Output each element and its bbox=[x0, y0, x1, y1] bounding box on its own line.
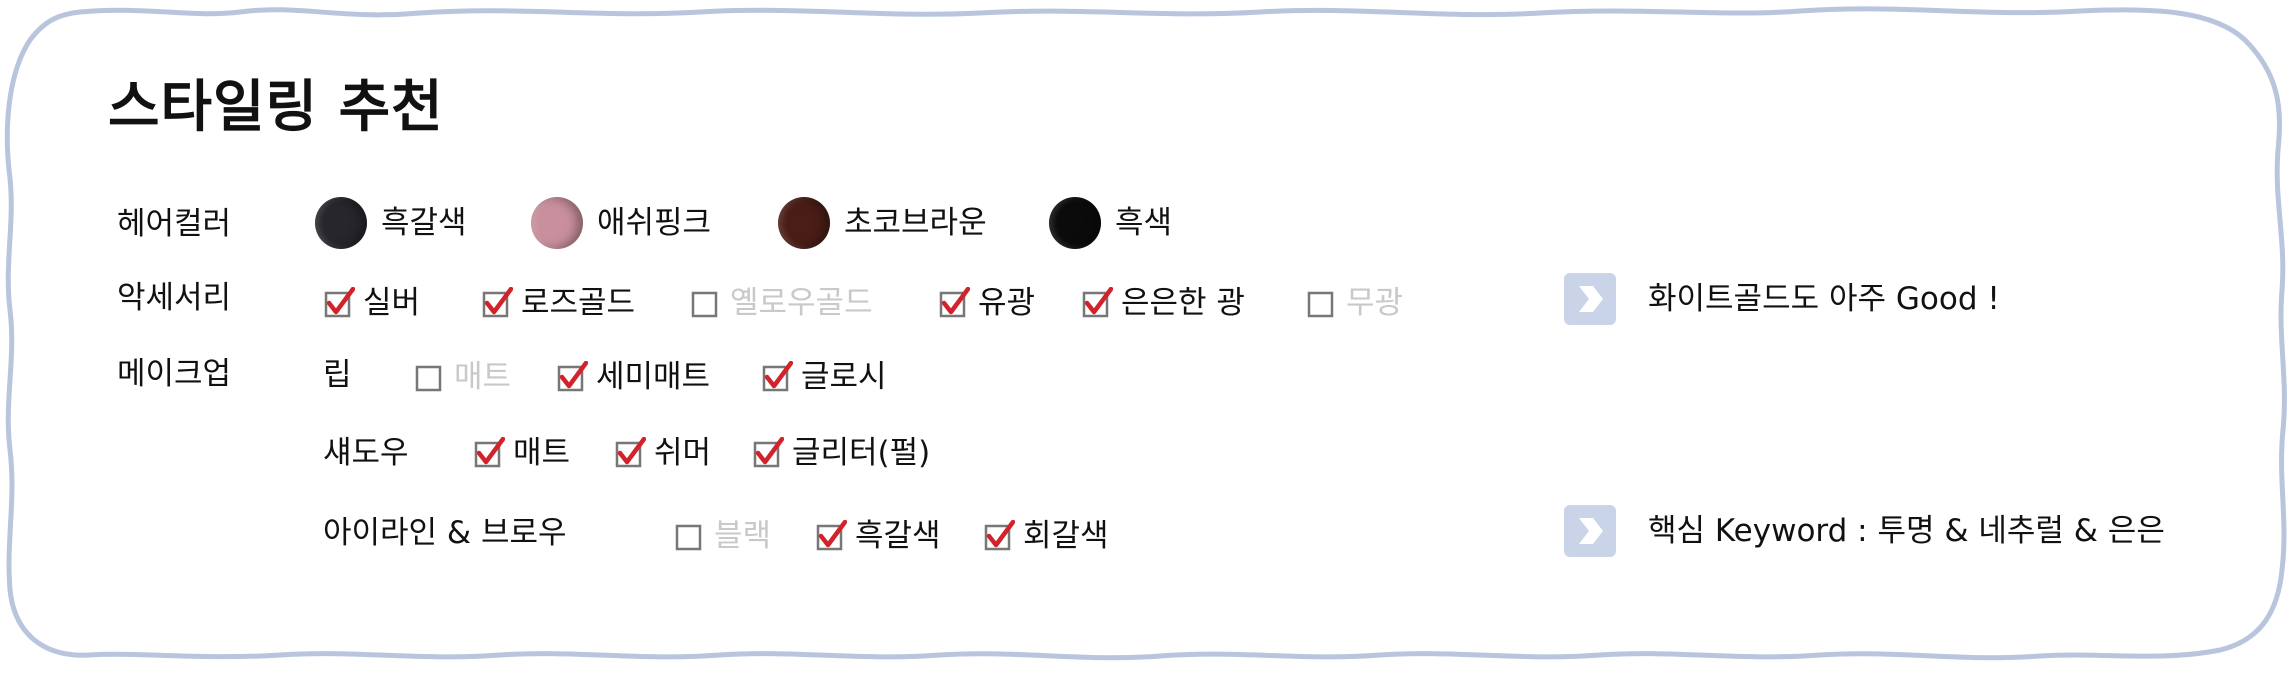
checkbox-icon[interactable] bbox=[1306, 287, 1338, 319]
option-label: 유광 bbox=[978, 285, 1036, 321]
option-label: 실버 bbox=[363, 285, 421, 321]
option-label: 회갈색 bbox=[1023, 518, 1109, 554]
lip-option[interactable]: 글로시 bbox=[761, 352, 887, 402]
option-label: 매트 bbox=[513, 435, 571, 471]
chevron-right-glyph bbox=[1579, 286, 1603, 312]
hair-swatch-label: 애쉬핑크 bbox=[597, 205, 712, 241]
checkbox-icon[interactable] bbox=[983, 520, 1015, 552]
checkbox-icon[interactable] bbox=[323, 287, 355, 319]
hair-swatch-item[interactable]: 초코브라운 bbox=[778, 197, 987, 249]
chevron-right-glyph bbox=[1579, 518, 1603, 544]
checkbox-icon[interactable] bbox=[938, 287, 970, 319]
accessory-option[interactable]: 로즈골드 bbox=[481, 278, 635, 328]
subcategory-lip: 립 bbox=[323, 357, 352, 393]
checkbox-icon[interactable] bbox=[674, 520, 706, 552]
makeup-keyword-tip: 핵심 Keyword : 투명 & 네추럴 & 은은 bbox=[1564, 505, 2165, 557]
option-label: 로즈골드 bbox=[521, 285, 636, 321]
hair-swatch-item[interactable]: 흑갈색 bbox=[315, 197, 467, 249]
accessory-option[interactable]: 옐로우골드 bbox=[690, 278, 873, 328]
shadow-option[interactable]: 글리터(펄) bbox=[752, 428, 930, 478]
checkbox-icon[interactable] bbox=[761, 361, 793, 393]
option-label: 블랙 bbox=[714, 518, 772, 554]
option-label: 옐로우골드 bbox=[730, 285, 873, 321]
accessory-option[interactable]: 실버 bbox=[323, 278, 420, 328]
shadow-option[interactable]: 매트 bbox=[473, 428, 570, 478]
lip-option[interactable]: 세미매트 bbox=[556, 352, 710, 402]
hair-swatch-color bbox=[778, 197, 830, 249]
hair-swatch-item[interactable]: 애쉬핑크 bbox=[531, 197, 712, 249]
accessory-option[interactable]: 무광 bbox=[1306, 278, 1403, 328]
option-label: 쉬머 bbox=[654, 435, 712, 471]
accessory-option[interactable]: 유광 bbox=[938, 278, 1035, 328]
hair-swatch-item[interactable]: 흑색 bbox=[1049, 197, 1173, 249]
option-label: 세미매트 bbox=[596, 359, 711, 395]
hair-swatch-color bbox=[531, 197, 583, 249]
hair-swatch-color bbox=[315, 197, 367, 249]
chevron-right-icon[interactable] bbox=[1564, 273, 1616, 325]
option-label: 글로시 bbox=[801, 359, 887, 395]
liner-option[interactable]: 회갈색 bbox=[983, 511, 1109, 561]
hair-swatch-color bbox=[1049, 197, 1101, 249]
hair-swatch-label: 초코브라운 bbox=[844, 205, 987, 241]
option-label: 글리터(펄) bbox=[792, 435, 931, 471]
option-label: 흑갈색 bbox=[855, 518, 941, 554]
subcategory-shadow: 섀도우 bbox=[323, 435, 409, 471]
lip-option[interactable]: 매트 bbox=[414, 352, 511, 402]
category-accessory: 악세서리 bbox=[117, 280, 232, 316]
shadow-option[interactable]: 쉬머 bbox=[614, 428, 711, 478]
checkbox-icon[interactable] bbox=[481, 287, 513, 319]
checkbox-icon[interactable] bbox=[1081, 287, 1113, 319]
checkbox-icon[interactable] bbox=[752, 437, 784, 469]
checkbox-icon[interactable] bbox=[815, 520, 847, 552]
accessory-tip-text: 화이트골드도 아주 Good ! bbox=[1648, 281, 2000, 317]
chevron-right-icon[interactable] bbox=[1564, 505, 1616, 557]
option-label: 은은한 광 bbox=[1121, 285, 1245, 321]
liner-option[interactable]: 블랙 bbox=[674, 511, 771, 561]
hair-swatch-label: 흑색 bbox=[1115, 205, 1173, 241]
checkbox-icon[interactable] bbox=[414, 361, 446, 393]
hair-swatch-label: 흑갈색 bbox=[381, 205, 467, 241]
option-label: 매트 bbox=[454, 359, 512, 395]
checkbox-icon[interactable] bbox=[556, 361, 588, 393]
checkbox-icon[interactable] bbox=[473, 437, 505, 469]
page-title: 스타일링 추천 bbox=[108, 75, 444, 140]
liner-option[interactable]: 흑갈색 bbox=[815, 511, 941, 561]
category-makeup: 메이크업 bbox=[117, 356, 232, 392]
subcategory-eyeliner-brow: 아이라인 & 브로우 bbox=[323, 515, 567, 551]
option-label: 무광 bbox=[1346, 285, 1404, 321]
accessory-tip: 화이트골드도 아주 Good ! bbox=[1564, 273, 2000, 325]
makeup-keyword-text: 핵심 Keyword : 투명 & 네추럴 & 은은 bbox=[1648, 513, 2165, 549]
checkbox-icon[interactable] bbox=[690, 287, 722, 319]
category-hair-color: 헤어컬러 bbox=[117, 206, 232, 242]
checkbox-icon[interactable] bbox=[614, 437, 646, 469]
accessory-option[interactable]: 은은한 광 bbox=[1081, 278, 1245, 328]
